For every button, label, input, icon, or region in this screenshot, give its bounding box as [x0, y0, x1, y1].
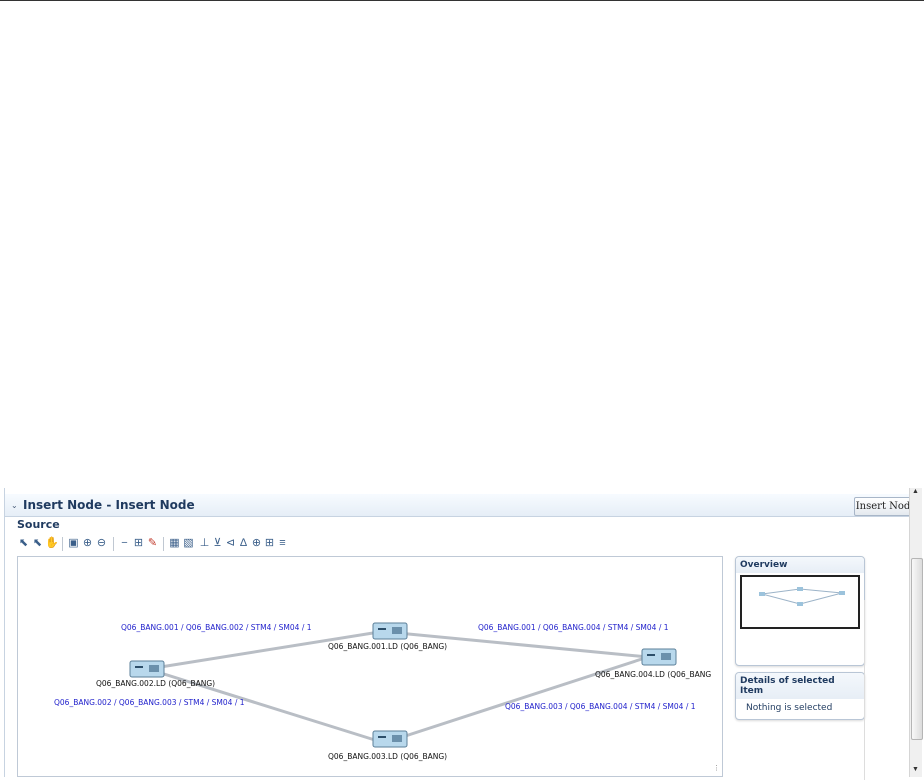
select-icon[interactable]: ⬉	[17, 537, 30, 550]
details-box: Details of selected Item Nothing is sele…	[735, 672, 865, 720]
layout-symmetric-icon[interactable]: ∆	[237, 537, 250, 550]
overview-viewport[interactable]	[740, 575, 860, 629]
toolbar-separator	[62, 537, 63, 551]
side-pane: Overview Details of selected Item Nothin…	[727, 556, 911, 775]
network-diagram: Q06_BANG.001.LD (Q06_BANG) Q06_BANG.002.…	[54, 622, 720, 772]
layout-matrix-icon[interactable]: ⊞	[263, 537, 276, 550]
scroll-up-icon[interactable]: ▲	[912, 488, 919, 495]
node-label: Q06_BANG.004.LD (Q06_BANG	[595, 670, 711, 679]
scroll-down-icon[interactable]: ▼	[912, 766, 919, 773]
vertical-scrollbar[interactable]: ▲ ▼	[909, 488, 923, 777]
toolbar-separator	[113, 537, 114, 551]
select-plus-icon[interactable]: ⬉	[31, 537, 44, 550]
source-heading: Source	[17, 518, 60, 531]
panel-header: ⌄ Insert Node - Insert Node Insert Node	[5, 494, 921, 517]
zoom-out-icon[interactable]: ⊖	[95, 537, 108, 550]
layout-radial-icon[interactable]: ⊲	[224, 537, 237, 550]
zoom-in-icon[interactable]: ⊕	[81, 537, 94, 550]
link-label[interactable]: Q06_BANG.003 / Q06_BANG.004 / STM4 / SM0…	[505, 702, 696, 711]
node-label: Q06_BANG.001.LD (Q06_BANG)	[328, 642, 447, 651]
layout-table-icon[interactable]: ≡	[276, 537, 289, 550]
layout-circle-icon[interactable]: ⊻	[211, 537, 224, 550]
top-border-line	[0, 0, 924, 1]
diagram-canvas[interactable]: Q06_BANG.001.LD (Q06_BANG) Q06_BANG.002.…	[17, 556, 723, 777]
overview-box: Overview	[735, 556, 865, 666]
node-002[interactable]: Q06_BANG.002.LD (Q06_BANG)	[96, 660, 215, 688]
layout-grid-icon[interactable]: ▦	[168, 537, 181, 550]
link-label[interactable]: Q06_BANG.001 / Q06_BANG.004 / STM4 / SM0…	[478, 623, 669, 632]
overview-thumbnail	[759, 587, 845, 606]
details-empty-text: Nothing is selected	[746, 703, 833, 713]
fit-to-window-icon[interactable]: ▣	[67, 537, 80, 550]
scroll-thumb[interactable]	[911, 558, 923, 740]
link-label[interactable]: Q06_BANG.001 / Q06_BANG.002 / STM4 / SM0…	[121, 623, 312, 632]
toolbar-separator	[163, 537, 164, 551]
diagram-toolbar: ⬉ ⬉ ✋ ▣ ⊕ ⊖ − ⊞ ✎ ▦ ▧ ⊥ ⊻ ⊲ ∆ ⊕ ⊞ ≡	[17, 533, 907, 555]
link-line[interactable]	[147, 631, 374, 671]
add-node-icon[interactable]: ⊞	[132, 537, 145, 550]
edit-pencil-icon[interactable]: ✎	[146, 537, 159, 550]
panel-title: Insert Node - Insert Node	[23, 498, 195, 512]
node-003[interactable]: Q06_BANG.003.LD (Q06_BANG)	[328, 730, 447, 761]
layout-cluster-icon[interactable]: ⊕	[250, 537, 263, 550]
overview-title: Overview	[736, 557, 864, 573]
layout-tree-icon[interactable]: ▧	[182, 537, 195, 550]
link-icon[interactable]: −	[118, 537, 131, 550]
pan-hand-icon[interactable]: ✋	[45, 537, 59, 550]
node-label: Q06_BANG.002.LD (Q06_BANG)	[96, 679, 215, 688]
resize-grip-icon[interactable]: ⋮	[713, 764, 720, 772]
details-title: Details of selected Item	[736, 673, 864, 699]
link-label[interactable]: Q06_BANG.002 / Q06_BANG.003 / STM4 / SM0…	[54, 698, 245, 707]
layout-hierarchical-icon[interactable]: ⊥	[198, 537, 211, 550]
collapse-chevron-icon[interactable]: ⌄	[11, 501, 18, 511]
node-label: Q06_BANG.003.LD (Q06_BANG)	[328, 752, 447, 761]
insert-node-panel: ⌄ Insert Node - Insert Node Insert Node …	[4, 488, 923, 780]
inner-scroll-track[interactable]	[864, 600, 875, 780]
